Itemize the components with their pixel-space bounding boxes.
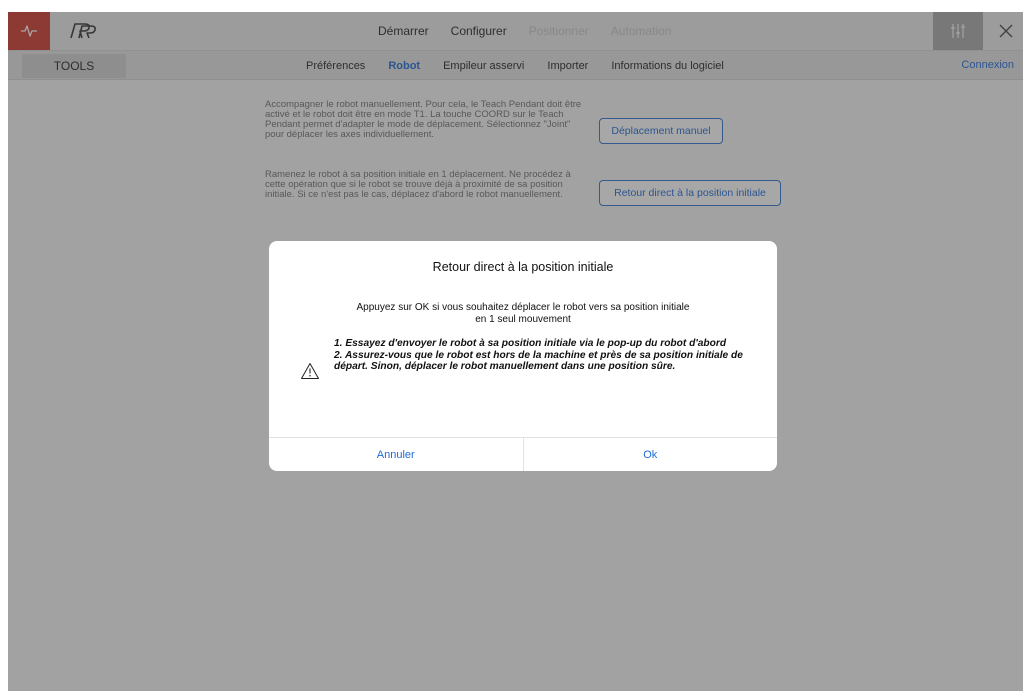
ok-button[interactable]: Ok	[524, 438, 778, 471]
dialog-footer: Annuler Ok	[269, 437, 777, 471]
app-window: Démarrer Configurer Positionner Automati…	[8, 12, 1023, 691]
warning-line-2: 2. Assurez-vous que le robot est hors de…	[334, 349, 743, 373]
dialog-message: Appuyez sur OK si vous souhaitez déplace…	[356, 302, 690, 325]
warning-triangle-icon	[300, 362, 320, 380]
warning-line-1: 1. Essayez d'envoyer le robot à sa posit…	[334, 338, 727, 349]
dialog-warnings: 1. Essayez d'envoyer le robot à sa posit…	[334, 338, 754, 373]
home-return-dialog: Retour direct à la position initiale App…	[269, 241, 777, 471]
dialog-title: Retour direct à la position initiale	[432, 260, 614, 274]
cancel-button[interactable]: Annuler	[269, 438, 524, 471]
